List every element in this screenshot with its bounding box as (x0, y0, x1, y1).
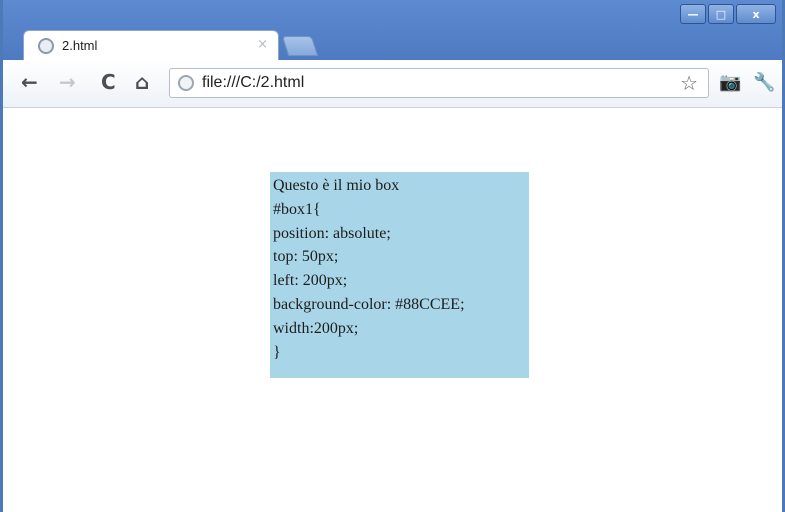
box-line: left: 200px; (273, 272, 348, 290)
close-window-button[interactable]: x (736, 4, 776, 24)
reload-icon[interactable]: C (101, 70, 116, 94)
browser-window: — □ x 2.html × ← → C ⌂ file:///C:/2.html… (0, 0, 785, 512)
bookmark-star-icon[interactable]: ☆ (680, 71, 698, 95)
page-viewport: Questo è il mio box #box1{ position: abs… (3, 109, 782, 512)
home-icon[interactable]: ⌂ (135, 70, 149, 94)
url-text[interactable]: file:///C:/2.html (202, 74, 304, 92)
window-controls: — □ x (680, 4, 776, 24)
globe-icon (38, 38, 54, 54)
box1: Questo è il mio box #box1{ position: abs… (270, 172, 529, 378)
tab-title: 2.html (62, 38, 98, 53)
box-line: position: absolute; (273, 224, 391, 242)
maximize-button[interactable]: □ (708, 4, 734, 24)
wrench-menu-icon[interactable]: 🔧 (753, 72, 775, 93)
new-tab-button[interactable] (281, 36, 319, 56)
title-bar: — □ x 2.html × (3, 0, 782, 68)
box-line: Questo è il mio box (273, 177, 400, 194)
camera-extension-icon[interactable]: 📷 (719, 72, 741, 93)
address-bar[interactable]: file:///C:/2.html ☆ (169, 68, 709, 98)
box-line: background-color: #88CCEE; (273, 295, 465, 313)
box-line: } (273, 343, 281, 361)
box-line: top: 50px; (273, 248, 339, 266)
box-line: #box1{ (273, 200, 321, 218)
forward-arrow-icon[interactable]: → (59, 70, 76, 94)
close-tab-icon[interactable]: × (257, 37, 268, 52)
tab-active[interactable]: 2.html × (23, 30, 279, 60)
browser-toolbar: ← → C ⌂ file:///C:/2.html ☆ 📷 🔧 (3, 60, 782, 108)
box-line: width:200px; (273, 319, 359, 337)
back-arrow-icon[interactable]: ← (21, 70, 38, 94)
page-globe-icon (178, 75, 194, 91)
minimize-button[interactable]: — (680, 4, 706, 24)
